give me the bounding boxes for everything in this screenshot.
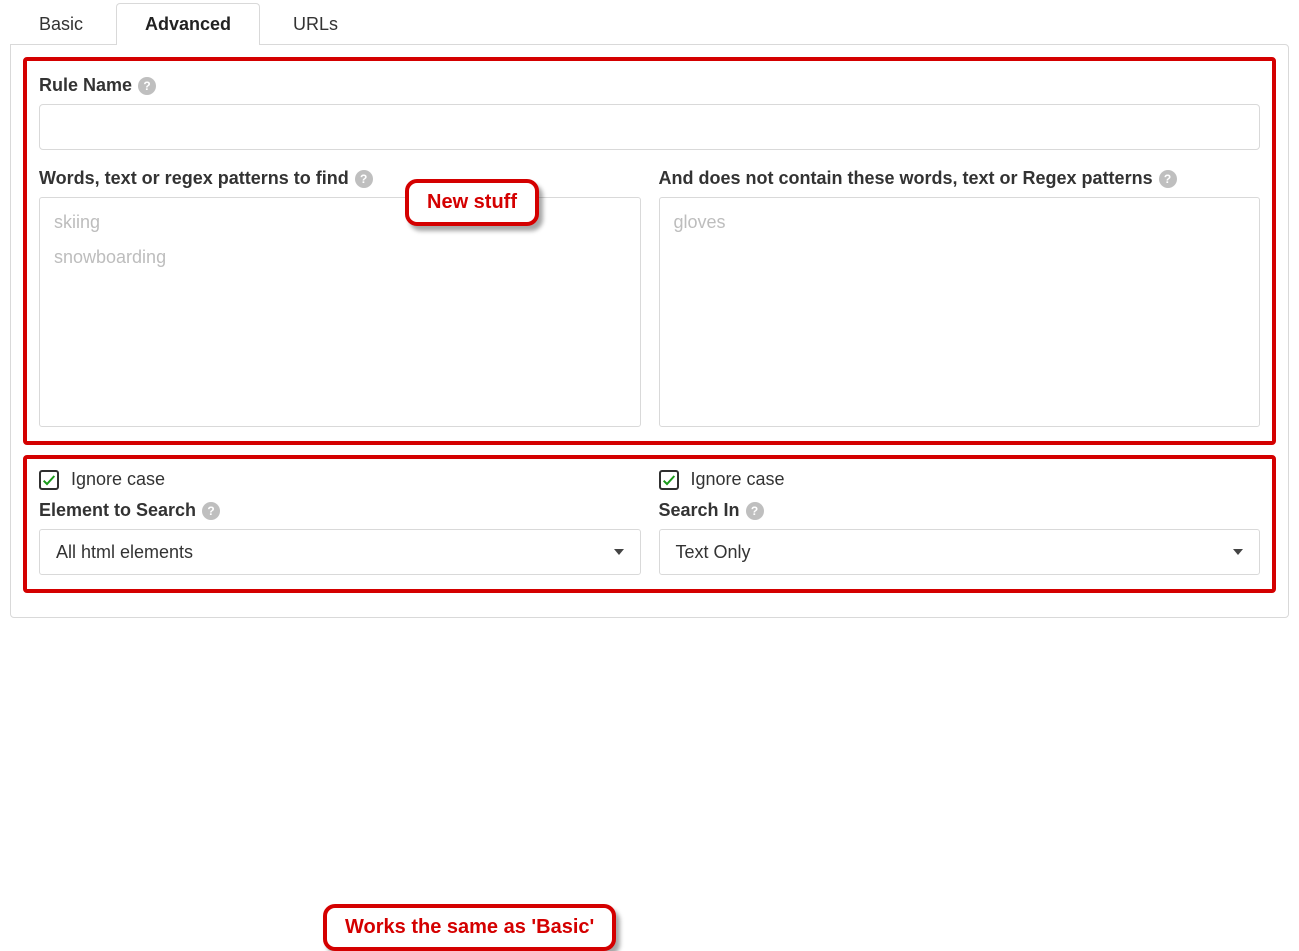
ignore-case-label-left: Ignore case [71, 469, 165, 490]
exclude-patterns-input[interactable]: gloves [659, 197, 1261, 427]
rule-name-label: Rule Name [39, 75, 132, 96]
ignore-case-checkbox-right[interactable] [659, 470, 679, 490]
help-icon[interactable]: ? [138, 77, 156, 95]
check-icon [661, 472, 677, 488]
element-to-search-label-row: Element to Search ? [39, 500, 641, 521]
ignore-case-label-right: Ignore case [691, 469, 785, 490]
check-icon [41, 472, 57, 488]
tab-bar: Basic Advanced URLs [10, 2, 1289, 44]
search-in-label: Search In [659, 500, 740, 521]
help-icon[interactable]: ? [355, 170, 373, 188]
tab-advanced[interactable]: Advanced [116, 3, 260, 45]
help-icon[interactable]: ? [746, 502, 764, 520]
element-to-search-label: Element to Search [39, 500, 196, 521]
element-to-search-value: All html elements [56, 542, 193, 563]
callout-new-stuff: New stuff [405, 179, 539, 226]
exclude-pattern-item: gloves [674, 212, 1246, 233]
exclude-label-row: And does not contain these words, text o… [659, 168, 1261, 189]
search-in-value: Text Only [676, 542, 751, 563]
find-pattern-item: snowboarding [54, 247, 626, 268]
tab-urls[interactable]: URLs [264, 3, 367, 45]
advanced-panel: Rule Name ? Words, text or regex pattern… [10, 44, 1289, 618]
find-label-row: Words, text or regex patterns to find ? [39, 168, 641, 189]
highlight-box-top: Rule Name ? Words, text or regex pattern… [23, 57, 1276, 445]
find-label: Words, text or regex patterns to find [39, 168, 349, 189]
rule-name-label-row: Rule Name ? [39, 75, 1260, 96]
ignore-case-checkbox-left[interactable] [39, 470, 59, 490]
element-to-search-select[interactable]: All html elements [39, 529, 641, 575]
rule-name-input[interactable] [39, 104, 1260, 150]
help-icon[interactable]: ? [202, 502, 220, 520]
exclude-label: And does not contain these words, text o… [659, 168, 1153, 189]
callout-same-as-basic: Works the same as 'Basic' [323, 904, 616, 951]
search-in-select[interactable]: Text Only [659, 529, 1261, 575]
find-patterns-input[interactable]: skiing snowboarding [39, 197, 641, 427]
tab-basic[interactable]: Basic [10, 3, 112, 45]
chevron-down-icon [1233, 549, 1243, 555]
highlight-box-bottom: Ignore case Element to Search ? All html… [23, 455, 1276, 593]
find-pattern-item: skiing [54, 212, 626, 233]
help-icon[interactable]: ? [1159, 170, 1177, 188]
search-in-label-row: Search In ? [659, 500, 1261, 521]
chevron-down-icon [614, 549, 624, 555]
